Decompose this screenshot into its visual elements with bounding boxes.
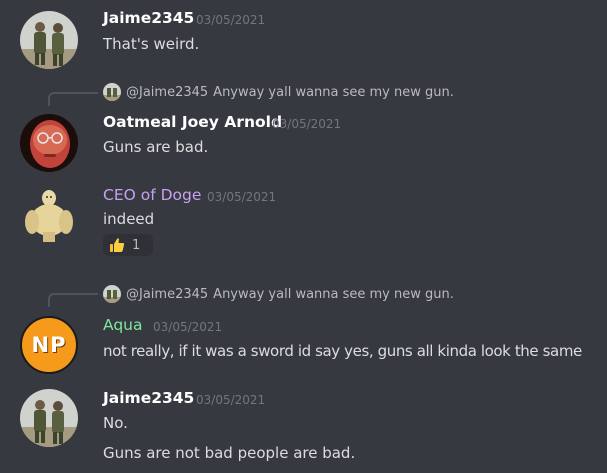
soldiers-avatar-icon (103, 83, 121, 101)
message-text: Guns are bad. (103, 138, 209, 156)
username[interactable]: Jaime2345 (103, 389, 194, 407)
reply-username[interactable]: @Jaime2345 (126, 85, 208, 100)
username[interactable]: Oatmeal Joey Arnold (103, 113, 282, 131)
reply-avatar (103, 83, 121, 101)
message-text: Guns are not bad people are bad. (103, 444, 356, 462)
glasses-face-avatar-icon (20, 114, 78, 172)
reply-username[interactable]: @Jaime2345 (126, 287, 208, 302)
timestamp: 03/05/2021 (207, 190, 277, 204)
avatar[interactable] (20, 11, 78, 69)
soldiers-avatar-icon (103, 285, 121, 303)
reaction-count: 1 (132, 237, 141, 253)
username[interactable]: Jaime2345 (103, 9, 194, 27)
reply-text[interactable]: Anyway yall wanna see my new gun. (213, 85, 454, 100)
timestamp: 03/05/2021 (153, 320, 223, 334)
username[interactable]: Aqua (103, 316, 143, 334)
reply-preview[interactable]: @Jaime2345 Anyway yall wanna see my new … (103, 82, 454, 102)
avatar[interactable] (20, 389, 78, 447)
reply-spine (48, 92, 98, 106)
buff-doge-avatar-icon (25, 190, 73, 242)
reply-preview[interactable]: @Jaime2345 Anyway yall wanna see my new … (103, 284, 454, 304)
soldiers-avatar-icon (20, 11, 78, 69)
reply-avatar (103, 285, 121, 303)
message-text: That's weird. (103, 35, 200, 53)
message-text: not really, if it was a sword id say yes… (103, 342, 582, 360)
thumbs-up-icon (110, 238, 125, 252)
soldiers-avatar-icon (20, 389, 78, 447)
message-text: indeed (103, 210, 155, 228)
timestamp: 03/05/2021 (196, 13, 266, 27)
reply-text[interactable]: Anyway yall wanna see my new gun. (213, 287, 454, 302)
username[interactable]: CEO of Doge (103, 186, 201, 204)
np-avatar-icon: NP (31, 333, 67, 357)
timestamp: 03/05/2021 (196, 393, 266, 407)
avatar[interactable] (20, 114, 78, 172)
avatar[interactable] (20, 186, 78, 244)
timestamp: 03/05/2021 (272, 117, 342, 131)
message-text: No. (103, 414, 128, 432)
reply-spine (48, 293, 98, 307)
avatar[interactable]: NP (20, 316, 78, 374)
reaction-thumbs-up[interactable]: 1 (103, 234, 153, 256)
